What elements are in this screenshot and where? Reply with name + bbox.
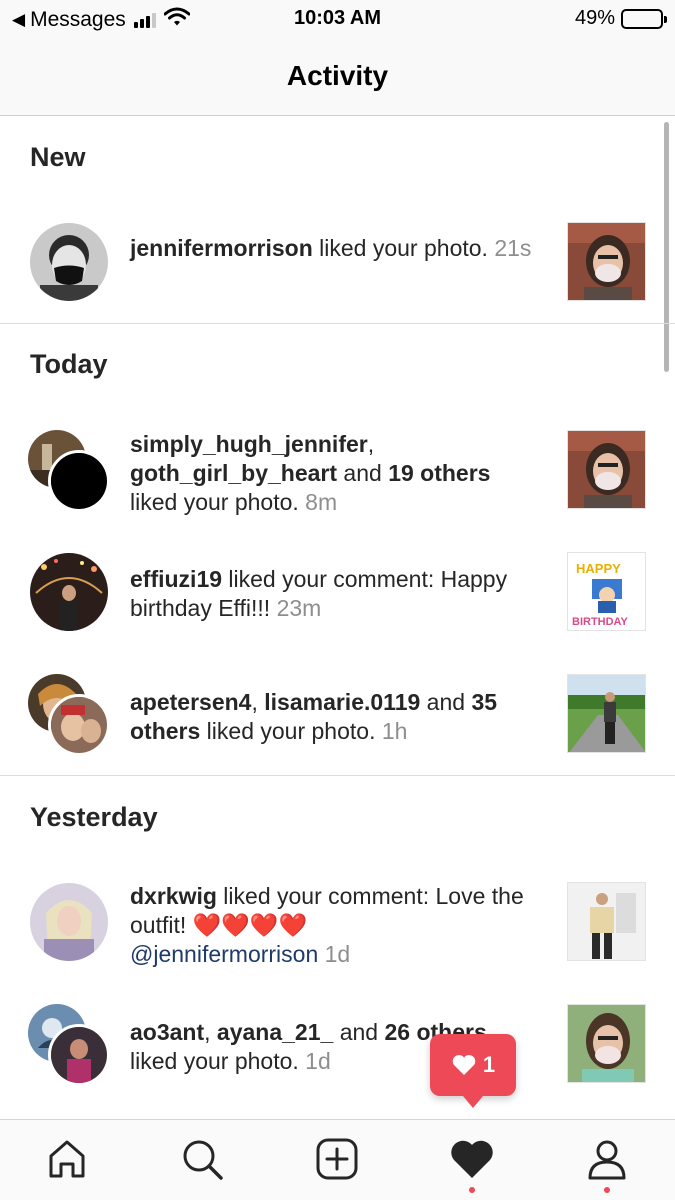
profile-icon[interactable] (585, 1137, 629, 1181)
tab-activity[interactable] (447, 1134, 497, 1184)
list-item[interactable]: dxrkwig liked your comment: Love the out… (0, 882, 675, 972)
username[interactable]: lisamarie.0119 (264, 689, 420, 715)
conjunction: and (333, 1019, 385, 1045)
thumb-birthday-text: BIRTHDAY (572, 616, 628, 628)
tab-bar (0, 1119, 675, 1200)
post-thumbnail[interactable] (567, 1004, 646, 1083)
list-item[interactable]: simply_hugh_jennifer, goth_girl_by_heart … (0, 430, 675, 515)
username[interactable]: jennifermorrison (130, 235, 313, 261)
new-post-icon[interactable] (315, 1137, 359, 1181)
activity-text: simply_hugh_jennifer, goth_girl_by_heart … (130, 430, 550, 517)
post-thumbnail[interactable] (567, 882, 646, 961)
thumb-happy-text: HAPPY (576, 561, 621, 576)
tab-home[interactable] (42, 1134, 92, 1184)
home-icon[interactable] (45, 1137, 89, 1181)
tab-search[interactable] (177, 1134, 227, 1184)
nav-header: Activity (0, 38, 675, 116)
timestamp: 8m (305, 489, 338, 515)
activity-indicator-dot (469, 1187, 475, 1193)
activity-action: liked your photo. (200, 718, 382, 744)
username[interactable]: dxrkwig (130, 883, 217, 909)
timestamp: 21s (494, 235, 532, 261)
post-thumbnail[interactable]: HAPPY BIRTHDAY (567, 552, 646, 631)
username[interactable]: effiuzi19 (130, 566, 222, 592)
timestamp: 23m (276, 595, 322, 621)
avatar[interactable] (30, 223, 108, 301)
list-item[interactable]: apetersen4, lisamarie.0119 and 35 others… (0, 674, 675, 756)
avatar-group[interactable] (28, 674, 110, 756)
battery-icon (621, 8, 667, 29)
activity-action: liked your photo. (130, 1048, 306, 1074)
notification-count: 1 (482, 1052, 496, 1077)
username[interactable]: goth_girl_by_heart (130, 460, 337, 486)
separator: , (204, 1019, 217, 1045)
battery-percent: 49% (574, 7, 615, 29)
list-item[interactable]: jennifermorrison liked your photo. 21s (0, 222, 675, 302)
username[interactable]: simply_hugh_jennifer (130, 431, 368, 457)
section-header-yesterday: Yesterday (30, 802, 158, 832)
activity-action: liked your photo. (312, 235, 495, 261)
username[interactable]: ao3ant (130, 1019, 204, 1045)
conjunction: and (337, 460, 389, 486)
activity-text: jennifermorrison liked your photo. 21s (130, 234, 550, 263)
section-divider (0, 775, 675, 776)
post-thumbnail[interactable] (567, 430, 646, 509)
activity-text: effiuzi19 liked your comment: Happy birt… (130, 565, 550, 623)
post-thumbnail[interactable] (567, 674, 646, 753)
tab-profile[interactable] (582, 1134, 632, 1184)
likes-notification-bubble[interactable]: 1 (430, 1034, 516, 1108)
list-item[interactable]: ao3ant, ayana_21_ and 26 others liked yo… (0, 1004, 675, 1086)
search-icon[interactable] (180, 1137, 224, 1181)
avatar-group[interactable] (28, 1004, 110, 1086)
tab-new-post[interactable] (312, 1134, 362, 1184)
heart-icon (452, 1055, 476, 1075)
timestamp: 1d (305, 1048, 331, 1074)
page-title: Activity (286, 60, 389, 91)
avatar-group[interactable] (28, 430, 110, 512)
avatar[interactable] (48, 694, 110, 756)
timestamp: 1d (324, 941, 351, 967)
separator: , (367, 431, 375, 457)
status-bar: ◀ Messages 10:03 AM 49% (0, 0, 675, 38)
list-item[interactable]: effiuzi19 liked your comment: Happy birt… (0, 552, 675, 632)
activity-text: dxrkwig liked your comment: Love the out… (130, 882, 550, 969)
separator: , (251, 689, 265, 715)
avatar[interactable] (48, 1024, 110, 1086)
timestamp: 1h (381, 718, 408, 744)
username[interactable]: ayana_21_ (217, 1019, 333, 1045)
heart-emojis: ❤️❤️❤️❤️ (192, 912, 308, 938)
others-count[interactable]: 19 others (388, 460, 490, 486)
activity-heart-icon[interactable] (449, 1138, 495, 1180)
profile-indicator-dot (604, 1187, 610, 1193)
avatar[interactable] (48, 450, 110, 512)
avatar[interactable] (30, 883, 108, 961)
post-thumbnail[interactable] (567, 222, 646, 301)
battery-status: 49% (574, 7, 667, 30)
activity-feed[interactable]: New jennifermorrison liked your photo. 2… (0, 116, 675, 1119)
conjunction: and (420, 689, 472, 715)
username[interactable]: apetersen4 (130, 689, 251, 715)
section-divider (0, 323, 675, 324)
section-header-today: Today (30, 349, 108, 379)
activity-action: liked your photo. (130, 489, 306, 515)
mention-link[interactable]: @jennifermorrison (130, 941, 318, 967)
activity-text: apetersen4, lisamarie.0119 and 35 others… (130, 688, 550, 746)
clock: 10:03 AM (293, 7, 382, 29)
avatar[interactable] (30, 553, 108, 631)
section-header-new: New (30, 142, 86, 172)
